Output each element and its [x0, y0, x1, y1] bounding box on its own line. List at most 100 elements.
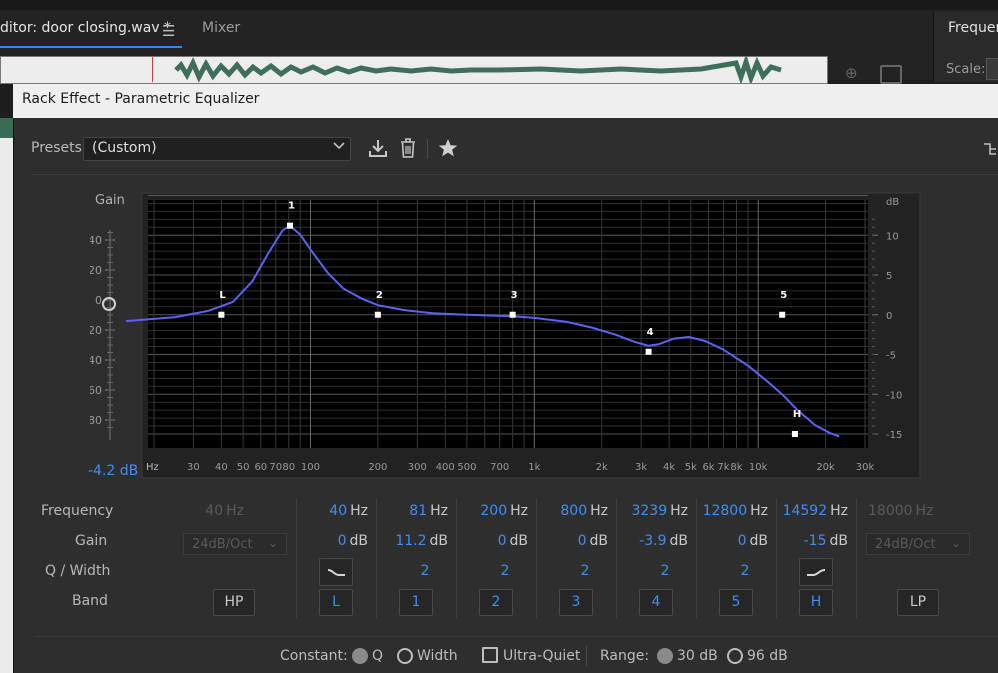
eq-node-label: 5 — [780, 290, 787, 301]
chevron-down-icon[interactable] — [333, 140, 345, 154]
band2-gain[interactable]: 0 dB — [460, 533, 528, 549]
h-gain-value[interactable]: -15 — [804, 533, 827, 549]
band-button-3[interactable]: 3 — [559, 589, 593, 616]
frequency-tick-label: 7k — [717, 462, 729, 473]
high-shelf-shape-button[interactable] — [799, 558, 833, 586]
band1-frequency[interactable]: 81 Hz — [380, 503, 448, 519]
band4-gain-value[interactable]: -3.9 — [639, 533, 666, 549]
scale-select[interactable] — [986, 58, 998, 80]
band1-q[interactable]: 2 — [415, 563, 435, 579]
band-button-2[interactable]: 2 — [479, 589, 513, 616]
band3-gain-value[interactable]: 0 — [578, 533, 587, 549]
band4-q[interactable]: 2 — [655, 563, 675, 579]
constant-width-label[interactable]: Width — [417, 648, 458, 664]
gain-scale-label: -40 — [90, 354, 102, 367]
low-shelf-icon — [327, 569, 345, 576]
row-label-frequency: Frequency — [41, 503, 114, 519]
band1-frequency-value[interactable]: 81 — [409, 503, 427, 519]
constant-width-radio[interactable] — [397, 648, 413, 664]
band-button-l[interactable]: L — [319, 589, 353, 616]
band5-frequency[interactable]: 12800 Hz — [700, 503, 768, 519]
constant-q-radio[interactable] — [352, 648, 368, 664]
waveform-graphic — [174, 57, 782, 83]
band2-frequency[interactable]: 200 Hz — [460, 503, 528, 519]
band4-frequency[interactable]: 3239 Hz — [620, 503, 688, 519]
l-frequency-value[interactable]: 40 — [329, 503, 347, 519]
band5-gain[interactable]: 0 dB — [700, 533, 768, 549]
band-button-5[interactable]: 5 — [719, 589, 753, 616]
band2-frequency-value[interactable]: 200 — [480, 503, 507, 519]
ultra-quiet-label[interactable]: Ultra-Quiet — [503, 648, 580, 664]
hp-slope-dropdown[interactable]: 24dB/Oct ⌄ — [183, 533, 287, 555]
band4-frequency-value[interactable]: 3239 — [631, 503, 667, 519]
top-strip — [0, 0, 998, 10]
band3-q[interactable]: 2 — [575, 563, 595, 579]
save-preset-icon[interactable] — [368, 138, 388, 162]
eq-node-handle — [645, 348, 652, 355]
frequency-tick-label: 10k — [749, 462, 768, 473]
band3-frequency-value[interactable]: 800 — [560, 503, 587, 519]
range-30db-label[interactable]: 30 dB — [677, 648, 718, 664]
h-frequency-value[interactable]: 14592 — [783, 503, 828, 519]
footer-divider — [36, 636, 998, 637]
frequency-tick-label: 60 — [254, 462, 267, 473]
ultra-quiet-checkbox[interactable] — [482, 647, 498, 663]
l-gain[interactable]: 0 dB — [300, 533, 368, 549]
channel-routing-icon[interactable] — [982, 140, 998, 162]
band3-gain[interactable]: 0 dB — [540, 533, 608, 549]
waveform-overview[interactable] — [0, 56, 828, 84]
band2-gain-value[interactable]: 0 — [498, 533, 507, 549]
band3-frequency[interactable]: 800 Hz — [540, 503, 608, 519]
delete-preset-icon[interactable] — [398, 137, 418, 163]
zoom-navigator-icon[interactable]: ⊕ — [845, 64, 858, 82]
l-frequency[interactable]: 40 Hz — [300, 503, 368, 519]
tab-mixer[interactable]: Mixer — [202, 20, 240, 36]
band-button-4[interactable]: 4 — [639, 589, 673, 616]
band5-frequency-unit: Hz — [750, 503, 768, 519]
playhead[interactable] — [152, 57, 153, 82]
column-separator — [296, 498, 297, 618]
eq-node-label: L — [219, 290, 226, 301]
display-toggle-icon[interactable] — [880, 65, 902, 84]
lp-slope-dropdown[interactable]: 24dB/Oct ⌄ — [866, 533, 970, 555]
range-96db-label[interactable]: 96 dB — [747, 648, 788, 664]
band5-q[interactable]: 2 — [735, 563, 755, 579]
range-30db-radio[interactable] — [657, 648, 673, 664]
eq-node-handle — [374, 311, 381, 318]
constant-q-label[interactable]: Q — [372, 648, 383, 664]
lp-frequency[interactable]: 18000 Hz — [868, 503, 933, 519]
hp-frequency-unit: Hz — [226, 503, 244, 519]
band5-frequency-value[interactable]: 12800 — [703, 503, 748, 519]
low-shelf-shape-button[interactable] — [319, 558, 353, 586]
band4-gain[interactable]: -3.9 dB — [620, 533, 688, 549]
db-tick-label: 0 — [886, 311, 892, 322]
lp-frequency-value[interactable]: 18000 — [868, 503, 913, 519]
band2-q[interactable]: 2 — [495, 563, 515, 579]
tab-menu-icon[interactable]: ☰ — [162, 22, 175, 40]
range-96db-radio[interactable] — [727, 648, 743, 664]
band5-gain-value[interactable]: 0 — [738, 533, 747, 549]
band-button-h[interactable]: H — [799, 589, 833, 616]
frequency-tick-label: 2k — [596, 462, 608, 473]
range-label: Range: — [600, 648, 650, 664]
band4-frequency-unit: Hz — [670, 503, 688, 519]
band-button-lp[interactable]: LP — [897, 589, 939, 616]
db-unit-label: dB — [886, 197, 899, 208]
l-frequency-unit: Hz — [350, 503, 368, 519]
footer-separator — [586, 646, 587, 666]
hp-frequency[interactable]: 40 Hz — [184, 503, 244, 519]
l-gain-value[interactable]: 0 — [338, 533, 347, 549]
band1-gain[interactable]: 11.2 dB — [380, 533, 448, 549]
band1-gain-value[interactable]: 11.2 — [395, 533, 426, 549]
band-button-hp[interactable]: HP — [213, 589, 255, 616]
h-gain[interactable]: -15 dB — [780, 533, 848, 549]
frequency-panel-title[interactable]: Frequen — [948, 20, 998, 36]
favorite-star-icon[interactable] — [437, 137, 459, 163]
eq-graph[interactable]: 40200-20-40-60-80 Hz30405060708010020030… — [90, 190, 925, 480]
lp-frequency-unit: Hz — [915, 503, 934, 519]
band-button-1[interactable]: 1 — [399, 589, 433, 616]
chevron-down-icon: ⌄ — [267, 536, 278, 550]
tab-editor[interactable]: ditor: door closing.wav * — [0, 20, 171, 36]
h-frequency[interactable]: 14592 Hz — [780, 503, 848, 519]
hp-frequency-value[interactable]: 40 — [205, 503, 223, 519]
